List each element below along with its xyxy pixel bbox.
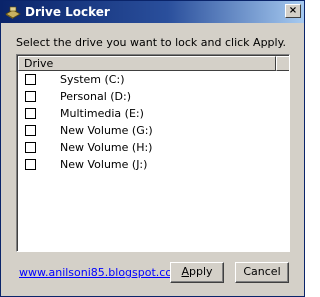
list-header: Drive (18, 56, 289, 71)
title-bar[interactable]: Drive Locker × (1, 1, 304, 23)
window-title: Drive Locker (25, 5, 110, 19)
apply-label-rest: pply (189, 265, 213, 278)
column-header-drive[interactable]: Drive (18, 56, 276, 71)
drive-checkbox[interactable] (25, 125, 36, 136)
drive-checkbox[interactable] (25, 74, 36, 85)
drive-row[interactable]: Multimedia (E:) (18, 106, 289, 123)
drive-row[interactable]: New Volume (J:) (18, 157, 289, 174)
drive-row[interactable]: New Volume (G:) (18, 123, 289, 140)
drive-list[interactable]: Drive System (C:) Personal (D:) Multimed… (16, 54, 290, 252)
drive-label: Personal (D:) (60, 90, 132, 103)
drive-row[interactable]: New Volume (H:) (18, 140, 289, 157)
drive-label: New Volume (H:) (60, 141, 153, 154)
cancel-button[interactable]: Cancel (235, 262, 289, 283)
close-icon: × (288, 5, 298, 16)
drive-label: System (C:) (60, 73, 125, 86)
drive-lock-app-icon (5, 6, 21, 19)
drive-label: New Volume (J:) (60, 158, 148, 171)
column-header-filler (276, 56, 289, 71)
apply-mnemonic: A (181, 265, 189, 278)
drive-label: Multimedia (E:) (60, 107, 144, 120)
drive-locker-window: Drive Locker × Select the drive you want… (0, 0, 305, 297)
drive-rows: System (C:) Personal (D:) Multimedia (E:… (18, 72, 289, 174)
drive-checkbox[interactable] (25, 159, 36, 170)
website-link[interactable]: www.anilsoni85.blogspot.com (19, 266, 183, 280)
close-button[interactable]: × (285, 4, 301, 18)
drive-row[interactable]: System (C:) (18, 72, 289, 89)
drive-row[interactable]: Personal (D:) (18, 89, 289, 106)
instruction-text: Select the drive you want to lock and cl… (16, 36, 287, 49)
drive-checkbox[interactable] (25, 108, 36, 119)
drive-checkbox[interactable] (25, 142, 36, 153)
apply-button[interactable]: Apply (170, 262, 224, 283)
drive-label: New Volume (G:) (60, 124, 153, 137)
drive-checkbox[interactable] (25, 91, 36, 102)
